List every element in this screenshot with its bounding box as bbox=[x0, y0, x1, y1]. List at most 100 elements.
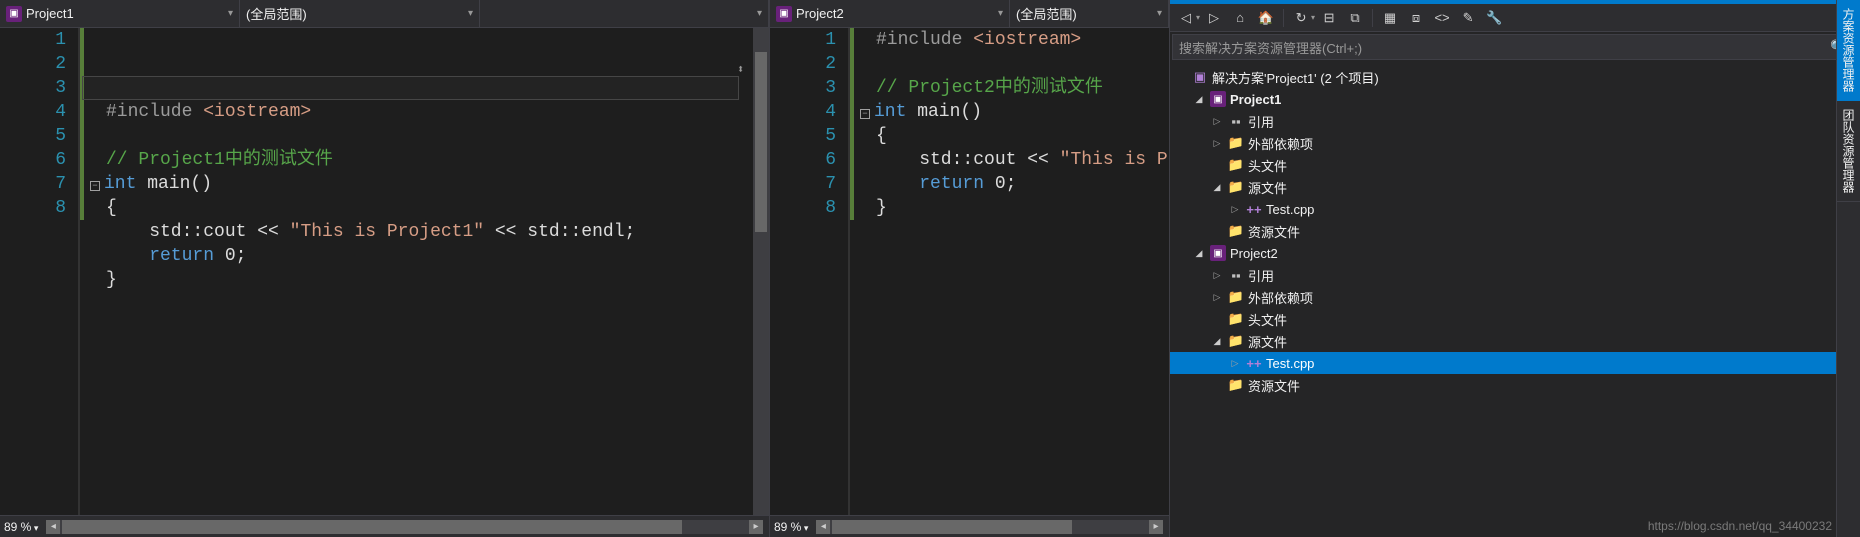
code-area[interactable]: 12345678 #include <iostream>// Project2中… bbox=[770, 28, 1169, 515]
zoom-level[interactable]: 89 % bbox=[774, 520, 808, 534]
code-line[interactable]: // Project1中的测试文件 bbox=[88, 148, 753, 172]
solution-search-box[interactable]: 搜索解决方案资源管理器(Ctrl+;) 🔍▾ bbox=[1172, 34, 1858, 60]
tree-node-[interactable]: ▪▪引用 bbox=[1170, 264, 1860, 286]
tree-twisty[interactable] bbox=[1210, 182, 1224, 193]
code-line[interactable]: // Project2中的测试文件 bbox=[858, 76, 1169, 100]
line-number: 8 bbox=[770, 196, 836, 220]
code-line[interactable]: { bbox=[858, 124, 1169, 148]
code-line[interactable]: { bbox=[88, 196, 753, 220]
tree-label: 资源文件 bbox=[1248, 376, 1300, 395]
tree-twisty[interactable] bbox=[1192, 94, 1206, 105]
tree-label: 头文件 bbox=[1248, 310, 1287, 329]
toolbar-code-button[interactable]: <> bbox=[1430, 7, 1454, 29]
nav-scope-combo[interactable]: (全局范围) bbox=[240, 0, 480, 27]
tree-node-[interactable]: 📁外部依赖项 bbox=[1170, 132, 1860, 154]
toolbar-showall-button[interactable]: ▦ bbox=[1378, 7, 1402, 29]
code-line[interactable]: return 0; bbox=[858, 172, 1169, 196]
outline-toggle[interactable]: − bbox=[90, 181, 100, 191]
tree-twisty[interactable] bbox=[1228, 204, 1242, 215]
tree-twisty[interactable] bbox=[1210, 292, 1224, 303]
tree-node-project1[interactable]: ▣ Project1 bbox=[1170, 88, 1860, 110]
nav-project-combo[interactable]: ▣ Project2 bbox=[770, 0, 1010, 27]
tree-label: Project2 bbox=[1230, 246, 1278, 261]
code-content[interactable]: ⬍ #include <iostream> // Project1中的测试文件−i… bbox=[80, 28, 753, 515]
code-line[interactable]: #include <iostream> bbox=[88, 100, 753, 124]
code-content[interactable]: #include <iostream> // Project2中的测试文件−int… bbox=[850, 28, 1169, 515]
tree-node-[interactable]: 📁头文件 bbox=[1170, 154, 1860, 176]
tree-twisty[interactable] bbox=[1210, 270, 1224, 281]
solution-tree[interactable]: ▣解决方案'Project1' (2 个项目)▣Project1▪▪引用📁外部依… bbox=[1170, 62, 1860, 537]
tree-node-[interactable]: 📁源文件 bbox=[1170, 176, 1860, 198]
tree-node-testcpp[interactable]: ++Test.cpp bbox=[1170, 352, 1860, 374]
editor-nav-bar: ▣ Project2 (全局范围) bbox=[770, 0, 1169, 28]
tree-label: 引用 bbox=[1248, 266, 1274, 285]
tree-node-[interactable]: 📁外部依赖项 bbox=[1170, 286, 1860, 308]
side-tab-team-explorer[interactable]: 团队资源管理器 bbox=[1837, 101, 1860, 202]
code-line[interactable]: } bbox=[88, 268, 753, 292]
split-icon[interactable]: ⬍ bbox=[737, 58, 751, 72]
code-line[interactable]: } bbox=[858, 196, 1169, 220]
toolbar-fwd-button[interactable]: ▷ bbox=[1202, 7, 1226, 29]
hscroll-thumb[interactable] bbox=[832, 520, 1072, 534]
dropdown-icon[interactable]: ▾ bbox=[1311, 13, 1315, 22]
line-number: 7 bbox=[0, 172, 66, 196]
tree-twisty[interactable] bbox=[1228, 358, 1242, 369]
scrollbar-thumb[interactable] bbox=[755, 52, 767, 232]
code-line[interactable]: return 0; bbox=[88, 244, 753, 268]
vertical-scrollbar[interactable] bbox=[753, 28, 769, 515]
horizontal-scrollbar[interactable] bbox=[46, 520, 763, 534]
nav-scope-combo[interactable]: (全局范围) bbox=[1010, 0, 1169, 27]
code-line[interactable]: −int main() bbox=[858, 100, 1169, 124]
horizontal-scrollbar[interactable] bbox=[816, 520, 1163, 534]
toolbar-back-button[interactable]: ◁ bbox=[1174, 7, 1198, 29]
tree-label: 源文件 bbox=[1248, 332, 1287, 351]
code-line[interactable] bbox=[858, 52, 1169, 76]
toolbar-home-button[interactable]: ⌂ bbox=[1228, 7, 1252, 29]
tree-twisty[interactable] bbox=[1210, 336, 1224, 347]
tree-twisty[interactable] bbox=[1210, 116, 1224, 127]
code-line[interactable] bbox=[88, 124, 753, 148]
proj-icon: ▣ bbox=[1210, 91, 1226, 107]
line-number: 4 bbox=[770, 100, 836, 124]
code-line[interactable]: std::cout << "This is P bbox=[858, 148, 1169, 172]
line-number: 2 bbox=[0, 52, 66, 76]
cpp-icon: ++ bbox=[1246, 355, 1262, 371]
project-icon: ▣ bbox=[6, 6, 22, 22]
toolbar-sync-button[interactable]: 🏠 bbox=[1254, 7, 1278, 29]
code-line[interactable]: #include <iostream> bbox=[858, 28, 1169, 52]
outline-toggle[interactable]: − bbox=[860, 109, 870, 119]
tree-twisty[interactable] bbox=[1192, 248, 1206, 259]
nav-project-combo[interactable]: ▣ Project1 bbox=[0, 0, 240, 27]
zoom-level[interactable]: 89 % bbox=[4, 520, 38, 534]
tree-node-[interactable]: ▪▪引用 bbox=[1170, 110, 1860, 132]
code-area[interactable]: 12345678 ⬍ #include <iostream>// Project… bbox=[0, 28, 769, 515]
dropdown-icon[interactable]: ▾ bbox=[1196, 13, 1200, 22]
tree-node-[interactable]: 📁资源文件 bbox=[1170, 220, 1860, 242]
toolbar-refresh-button[interactable]: ↻ bbox=[1289, 7, 1313, 29]
side-tab-solution-explorer[interactable]: 方案资源管理器 bbox=[1837, 0, 1860, 101]
tree-node-testcpp[interactable]: ++Test.cpp bbox=[1170, 198, 1860, 220]
tree-twisty[interactable] bbox=[1210, 138, 1224, 149]
toolbar-properties-button[interactable]: ⧈ bbox=[1404, 7, 1428, 29]
tree-node-project12[interactable]: ▣解决方案'Project1' (2 个项目) bbox=[1170, 66, 1860, 88]
nav-project-label: Project2 bbox=[796, 6, 844, 21]
editor-pane-left: ▣ Project1 (全局范围) 12345678 ⬍ #include <i… bbox=[0, 0, 770, 537]
tree-label: Project1 bbox=[1230, 92, 1281, 107]
tree-node-[interactable]: 📁头文件 bbox=[1170, 308, 1860, 330]
hscroll-thumb[interactable] bbox=[62, 520, 682, 534]
tree-node-[interactable]: 📁资源文件 bbox=[1170, 374, 1860, 396]
toolbar-collapse-button[interactable]: ⊟ bbox=[1317, 7, 1341, 29]
folder-icon: 📁 bbox=[1228, 223, 1244, 239]
tree-label: 资源文件 bbox=[1248, 222, 1300, 241]
folder-icon: 📁 bbox=[1228, 179, 1244, 195]
cpp-icon: ++ bbox=[1246, 201, 1262, 217]
tree-node-[interactable]: 📁源文件 bbox=[1170, 330, 1860, 352]
toolbar-props-button[interactable]: ✎ bbox=[1456, 7, 1480, 29]
code-line[interactable]: −int main() bbox=[88, 172, 753, 196]
code-line[interactable]: std::cout << "This is Project1" << std::… bbox=[88, 220, 753, 244]
tree-node-project2[interactable]: ▣Project2 bbox=[1170, 242, 1860, 264]
editor-status-bar: 89 % bbox=[770, 515, 1169, 537]
toolbar-copy-button[interactable]: ⧉ bbox=[1343, 7, 1367, 29]
nav-member-combo[interactable] bbox=[480, 0, 769, 27]
toolbar-wrench-button[interactable]: 🔧 bbox=[1482, 7, 1506, 29]
